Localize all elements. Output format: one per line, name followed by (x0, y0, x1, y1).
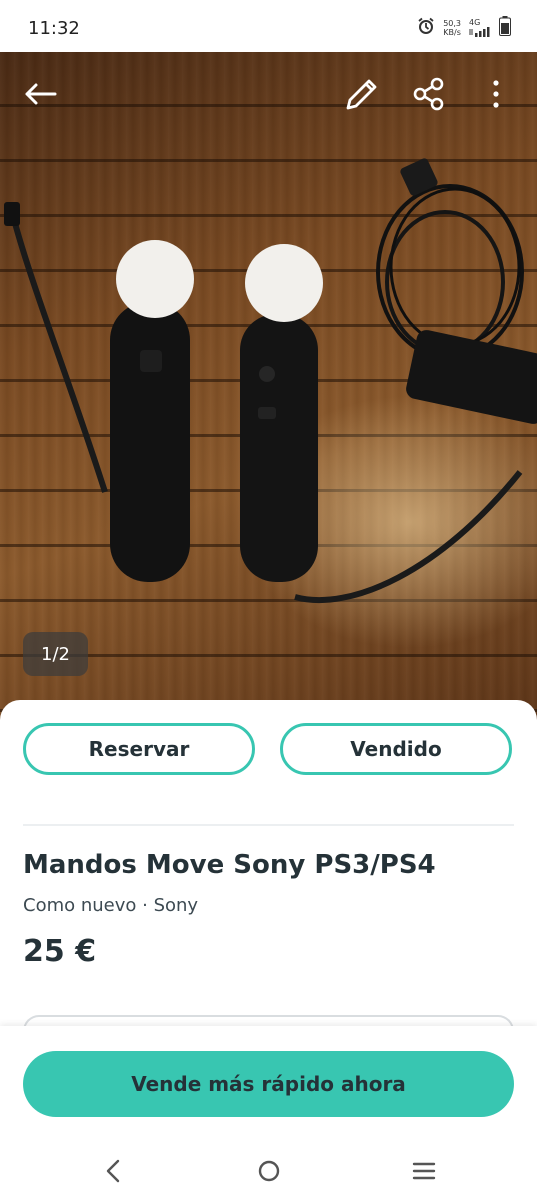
alarm-icon (417, 17, 435, 39)
sold-button[interactable]: Vendido (280, 723, 512, 775)
image-page-counter: 1/2 (23, 632, 88, 676)
battery-icon (499, 16, 511, 40)
status-bar: 11:32 50,3 KB/s 4G (0, 0, 537, 52)
nav-back-icon[interactable] (100, 1156, 126, 1190)
nav-home-icon[interactable] (255, 1156, 283, 1190)
bottom-action-area: Vende más rápido ahora (0, 1026, 537, 1200)
sell-faster-button[interactable]: Vende más rápido ahora (23, 1051, 514, 1117)
share-icon[interactable] (411, 76, 447, 116)
network-type: 4G (469, 18, 491, 39)
product-image-illustration (4, 158, 537, 604)
product-photo[interactable]: 1/2 (0, 52, 537, 732)
signal-icon (469, 26, 491, 39)
net-speed: 50,3 KB/s (443, 19, 461, 37)
system-nav-bar (0, 1146, 537, 1200)
net-speed-unit: KB/s (443, 28, 461, 37)
reserve-button[interactable]: Reservar (23, 723, 255, 775)
listing-price: 25 € (23, 934, 97, 969)
listing-title: Mandos Move Sony PS3/PS4 (23, 850, 436, 880)
nav-recents-icon[interactable] (410, 1156, 438, 1190)
net-speed-value: 50,3 (443, 19, 461, 28)
more-vertical-icon[interactable] (484, 76, 508, 116)
edit-pencil-icon[interactable] (342, 76, 380, 118)
network-type-label: 4G (469, 17, 481, 27)
divider (23, 824, 514, 826)
listing-subtitle: Como nuevo · Sony (23, 895, 199, 916)
back-arrow-icon[interactable] (22, 76, 58, 116)
status-time: 11:32 (28, 18, 80, 39)
status-icons: 50,3 KB/s 4G (417, 16, 511, 40)
